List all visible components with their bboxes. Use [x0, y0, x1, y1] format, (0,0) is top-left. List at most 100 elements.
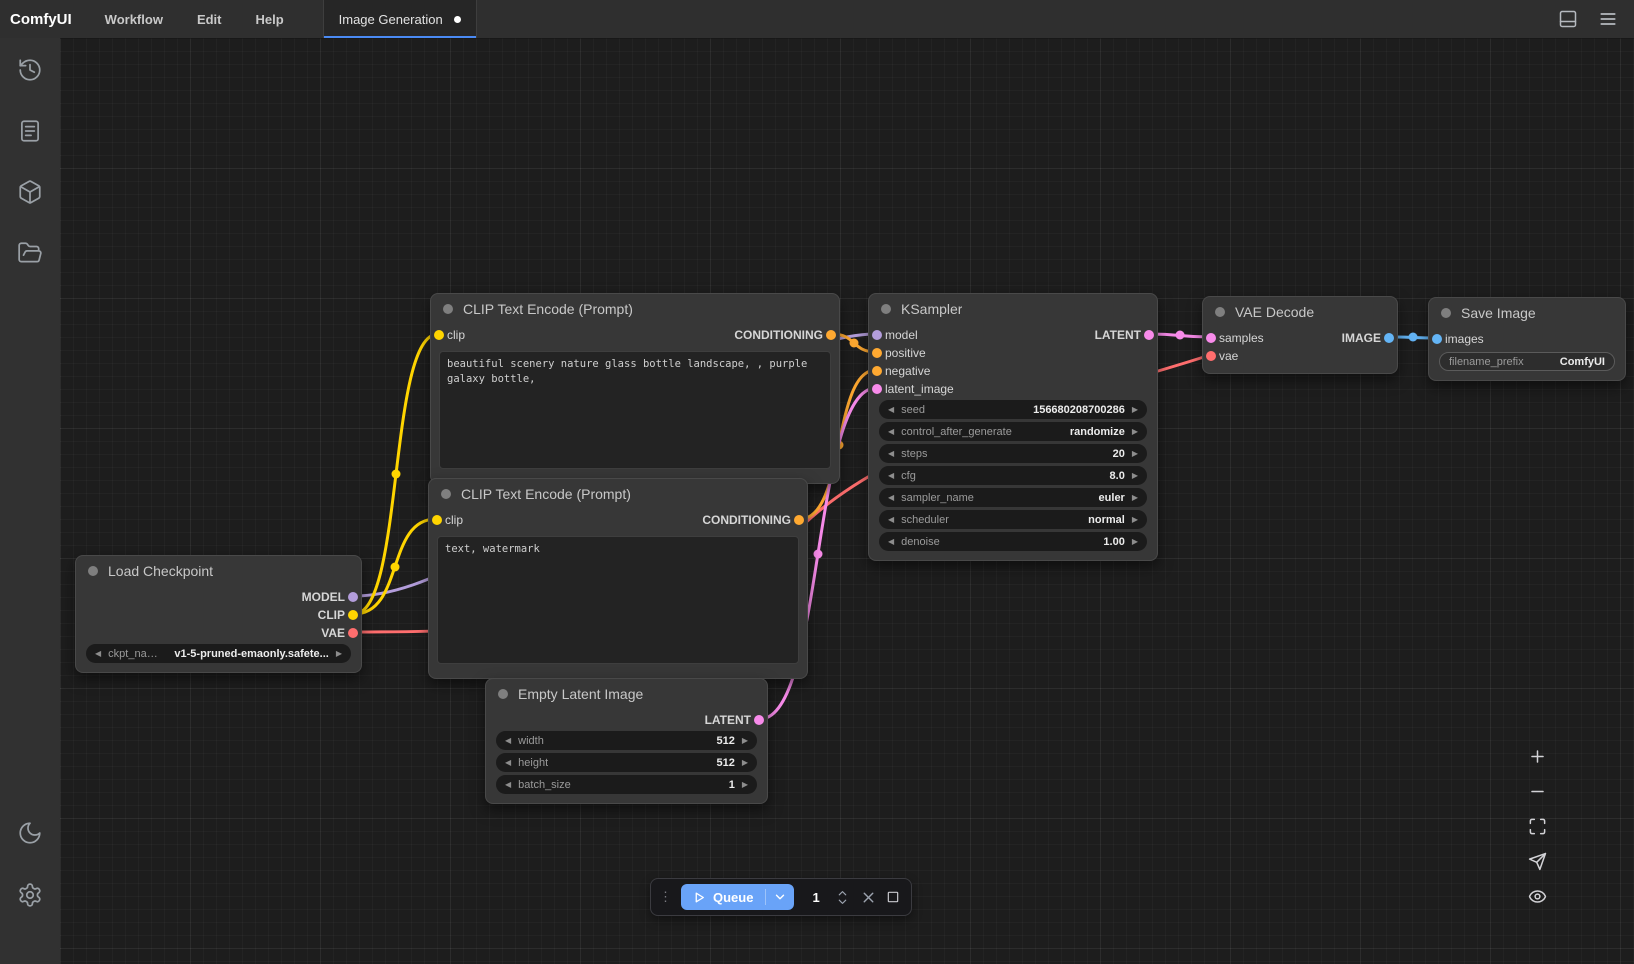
increment-arrow-icon[interactable]: ▶	[1132, 405, 1138, 414]
decrement-arrow-icon[interactable]: ◀	[95, 649, 101, 658]
node-vae-decode[interactable]: VAE DecodesamplesIMAGEvae	[1202, 296, 1398, 374]
sidebar-item-model-library[interactable]	[10, 172, 50, 212]
node-title-bar[interactable]: KSampler	[869, 294, 1157, 324]
increment-arrow-icon[interactable]: ▶	[1132, 515, 1138, 524]
queue-bar-drag-handle[interactable]: ⋮	[657, 889, 673, 905]
input-slot-images[interactable]	[1432, 334, 1442, 344]
node-load-checkpoint[interactable]: Load CheckpointMODELCLIPVAE◀ckpt_namev1-…	[75, 555, 362, 673]
sidebar-item-settings[interactable]	[10, 875, 50, 915]
fit-view-button[interactable]	[1522, 812, 1552, 840]
increment-arrow-icon[interactable]: ▶	[1132, 493, 1138, 502]
increment-arrow-icon[interactable]: ▶	[742, 758, 748, 767]
output-slot-IMAGE[interactable]	[1384, 333, 1394, 343]
node-clip-text-encode-positive[interactable]: CLIP Text Encode (Prompt)clipCONDITIONIN…	[430, 293, 840, 484]
decrement-arrow-icon[interactable]: ◀	[888, 405, 894, 414]
zoom-out-button[interactable]	[1522, 777, 1552, 805]
queue-options-chevron[interactable]	[766, 884, 794, 910]
output-slot-CONDITIONING[interactable]	[826, 330, 836, 340]
stop-square-icon	[885, 889, 901, 905]
input-slot-latent_image[interactable]	[872, 384, 882, 394]
input-slot-negative[interactable]	[872, 366, 882, 376]
workflow-tab-image-generation[interactable]: Image Generation	[323, 0, 477, 38]
increment-arrow-icon[interactable]: ▶	[1132, 471, 1138, 480]
menu-edit[interactable]: Edit	[180, 0, 239, 38]
sidebar-item-theme-toggle[interactable]	[10, 813, 50, 853]
widget-batch_size[interactable]: ◀batch_size1▶	[496, 775, 757, 794]
output-slot-LATENT[interactable]	[1144, 330, 1154, 340]
widget-width[interactable]: ◀width512▶	[496, 731, 757, 750]
sidebar-item-workflows[interactable]	[10, 233, 50, 273]
decrement-arrow-icon[interactable]: ◀	[888, 471, 894, 480]
widget-ckpt_name[interactable]: ◀ckpt_namev1-5-pruned-emaonly.safete...▶	[86, 644, 351, 663]
input-slot-vae[interactable]	[1206, 351, 1216, 361]
main-menu-button[interactable]	[1598, 9, 1618, 29]
node-save-image[interactable]: Save Imageimagesfilename_prefixComfyUI	[1428, 297, 1626, 381]
interrupt-button[interactable]	[860, 889, 877, 906]
output-slot-label: IMAGE	[1342, 331, 1381, 345]
menu-workflow[interactable]: Workflow	[88, 0, 180, 38]
node-status-dot	[1441, 308, 1451, 318]
widget-seed[interactable]: ◀seed156680208700286▶	[879, 400, 1147, 419]
prompt-textarea[interactable]: beautiful scenery nature glass bottle la…	[439, 351, 831, 469]
increment-arrow-icon[interactable]: ▶	[742, 780, 748, 789]
output-slot-MODEL[interactable]	[348, 592, 358, 602]
toggle-link-visibility-button[interactable]	[1522, 847, 1552, 875]
batch-count-stepper[interactable]: 1	[802, 884, 852, 910]
input-slot-label: latent_image	[885, 382, 954, 396]
clear-queue-button[interactable]	[885, 889, 901, 905]
increment-arrow-icon[interactable]: ▶	[1132, 427, 1138, 436]
menu-help[interactable]: Help	[239, 0, 301, 38]
decrement-arrow-icon[interactable]: ◀	[505, 780, 511, 789]
widget-height[interactable]: ◀height512▶	[496, 753, 757, 772]
widget-scheduler[interactable]: ◀schedulernormal▶	[879, 510, 1147, 529]
node-clip-text-encode-negative[interactable]: CLIP Text Encode (Prompt)clipCONDITIONIN…	[428, 478, 808, 679]
input-slot-clip[interactable]	[432, 515, 442, 525]
decrement-arrow-icon[interactable]: ◀	[888, 515, 894, 524]
widget-denoise[interactable]: ◀denoise1.00▶	[879, 532, 1147, 551]
input-slot-clip[interactable]	[434, 330, 444, 340]
output-slot-VAE[interactable]	[348, 628, 358, 638]
input-slot-model[interactable]	[872, 330, 882, 340]
widget-value: 8.0	[1110, 470, 1125, 482]
node-title-bar[interactable]: CLIP Text Encode (Prompt)	[429, 479, 807, 509]
decrement-arrow-icon[interactable]: ◀	[888, 449, 894, 458]
decrement-icon[interactable]	[837, 898, 848, 906]
decrement-arrow-icon[interactable]: ◀	[505, 736, 511, 745]
increment-arrow-icon[interactable]: ▶	[1132, 449, 1138, 458]
sidebar-item-node-library[interactable]	[10, 111, 50, 151]
decrement-arrow-icon[interactable]: ◀	[888, 493, 894, 502]
bottom-panel-toggle-button[interactable]	[1558, 9, 1578, 29]
widget-cfg[interactable]: ◀cfg8.0▶	[879, 466, 1147, 485]
node-status-dot	[1215, 307, 1225, 317]
input-slot-samples[interactable]	[1206, 333, 1216, 343]
zoom-in-button[interactable]	[1522, 742, 1552, 770]
widget-steps[interactable]: ◀steps20▶	[879, 444, 1147, 463]
prompt-textarea[interactable]: text, watermark	[437, 536, 799, 664]
node-title-bar[interactable]: Empty Latent Image	[486, 679, 767, 709]
widget-label: width	[518, 735, 544, 747]
node-title-bar[interactable]: CLIP Text Encode (Prompt)	[431, 294, 839, 324]
widget-control_after_generate[interactable]: ◀control_after_generaterandomize▶	[879, 422, 1147, 441]
queue-button[interactable]: Queue	[681, 884, 794, 910]
widget-sampler_name[interactable]: ◀sampler_nameeuler▶	[879, 488, 1147, 507]
focus-mode-button[interactable]	[1522, 882, 1552, 910]
sidebar-item-workflow-history[interactable]	[10, 50, 50, 90]
output-slot-CONDITIONING[interactable]	[794, 515, 804, 525]
widget-filename_prefix[interactable]: filename_prefixComfyUI	[1439, 352, 1615, 371]
increment-icon[interactable]	[837, 889, 848, 897]
increment-arrow-icon[interactable]: ▶	[336, 649, 342, 658]
node-empty-latent-image[interactable]: Empty Latent ImageLATENT◀width512▶◀heigh…	[485, 678, 768, 804]
node-title-bar[interactable]: Load Checkpoint	[76, 556, 361, 586]
node-title-bar[interactable]: Save Image	[1429, 298, 1625, 328]
increment-arrow-icon[interactable]: ▶	[742, 736, 748, 745]
decrement-arrow-icon[interactable]: ◀	[888, 537, 894, 546]
output-slot-CLIP[interactable]	[348, 610, 358, 620]
node-ksampler[interactable]: KSamplermodelLATENTpositivenegativelaten…	[868, 293, 1158, 561]
input-slot-positive[interactable]	[872, 348, 882, 358]
node-title-bar[interactable]: VAE Decode	[1203, 297, 1397, 327]
widget-label: batch_size	[518, 779, 571, 791]
decrement-arrow-icon[interactable]: ◀	[505, 758, 511, 767]
output-slot-LATENT[interactable]	[754, 715, 764, 725]
decrement-arrow-icon[interactable]: ◀	[888, 427, 894, 436]
increment-arrow-icon[interactable]: ▶	[1132, 537, 1138, 546]
